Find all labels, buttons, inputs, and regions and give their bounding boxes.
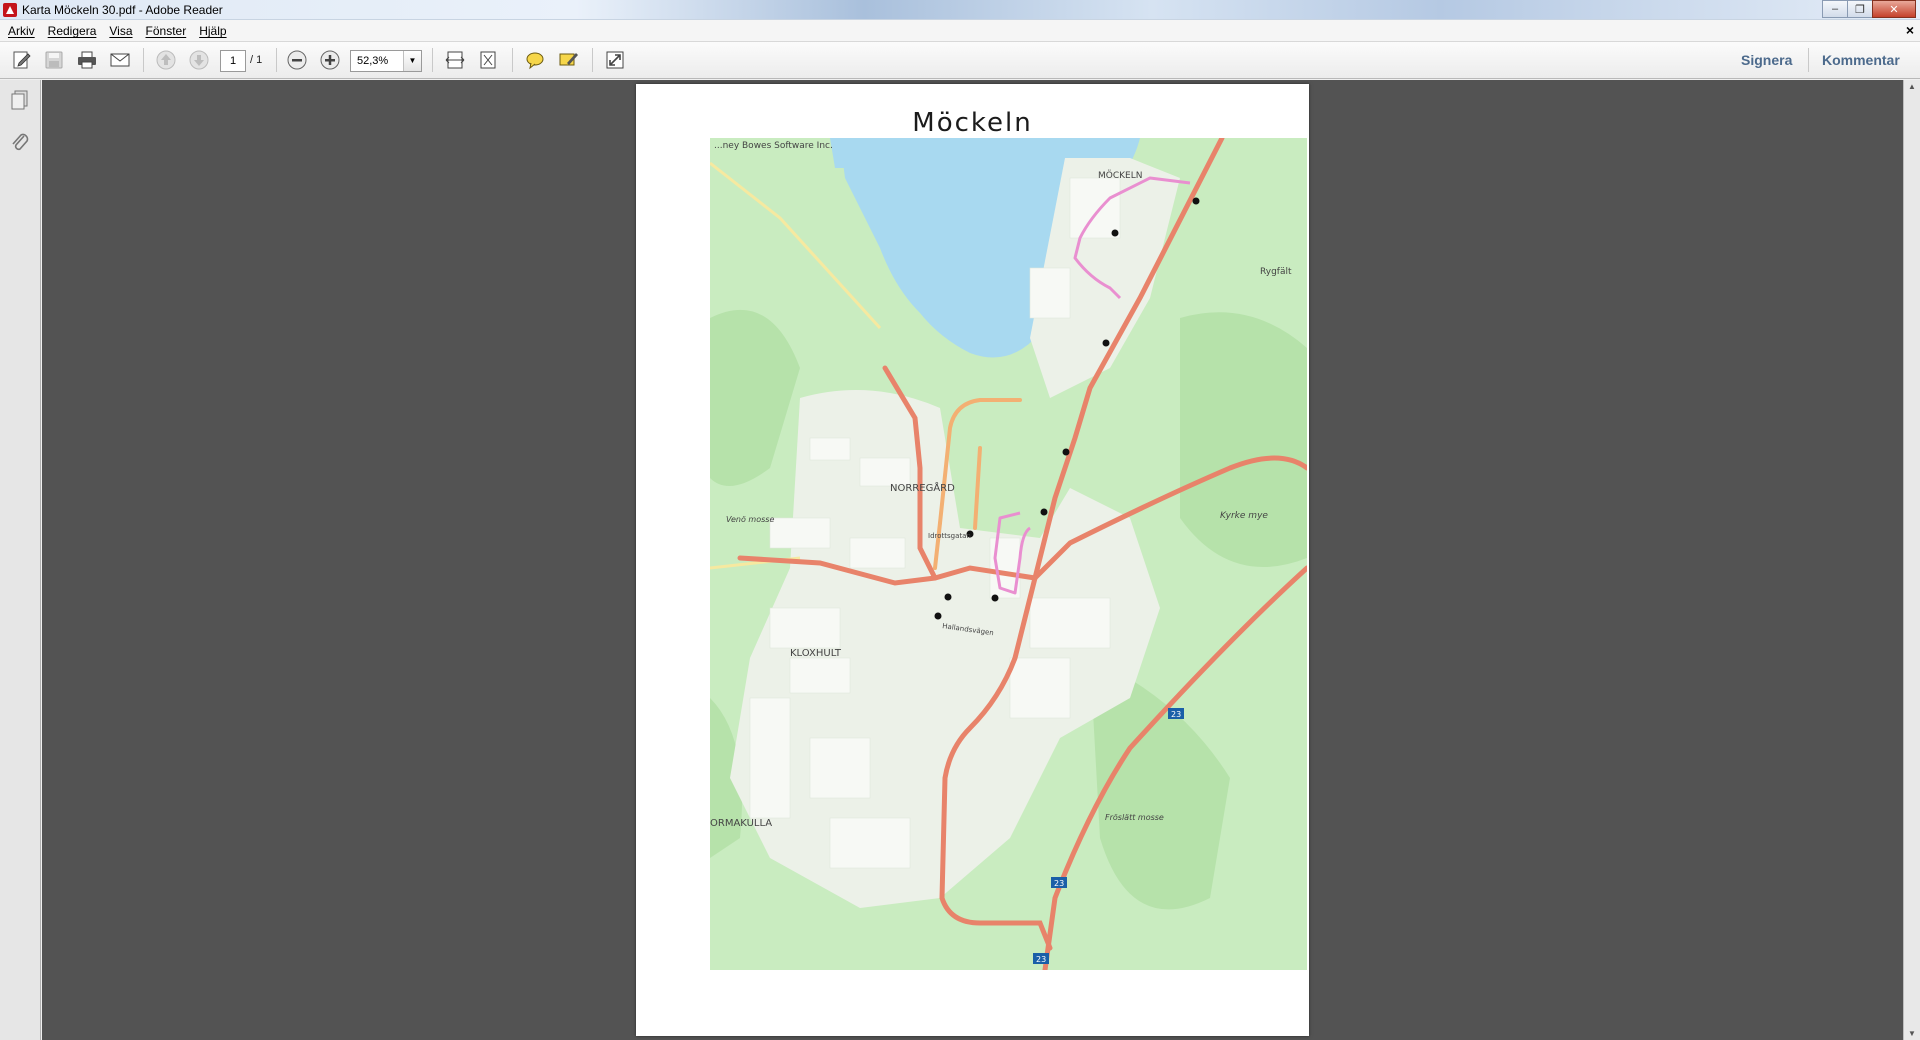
vertical-scrollbar[interactable]: ▲ ▼	[1903, 80, 1920, 1040]
plus-icon	[320, 50, 340, 70]
map-label-idrottsgatan: Idrottsgatan	[928, 532, 971, 540]
save-icon	[45, 51, 63, 69]
zoom-out-button[interactable]	[284, 48, 310, 72]
zoom-level-value: 52,3%	[357, 55, 389, 67]
page-number-input[interactable]: 1	[220, 50, 246, 72]
fit-page-button[interactable]	[475, 48, 501, 72]
navigation-pane	[0, 80, 41, 1040]
chevron-down-icon[interactable]: ▼	[403, 51, 421, 71]
menu-fonster[interactable]: Fönster	[146, 24, 187, 38]
restore-button[interactable]: ❐	[1847, 0, 1873, 18]
map-image: ...ney Bowes Software Inc. MÖCKELN Rygfä…	[710, 138, 1307, 970]
map-label-froslatt: Fröslätt mosse	[1105, 813, 1164, 822]
map-label-kloxhult: KLOXHULT	[790, 648, 842, 659]
scroll-down-arrow[interactable]: ▼	[1908, 1029, 1916, 1038]
menu-hjalp[interactable]: Hjälp	[199, 24, 226, 38]
arrow-up-icon	[156, 50, 176, 70]
window-controls: – ❐ ✕	[1822, 0, 1916, 18]
route-23-label: 23	[1036, 955, 1046, 964]
menu-visa[interactable]: Visa	[109, 24, 132, 38]
print-icon	[78, 51, 96, 69]
add-comment-button[interactable]	[522, 48, 548, 72]
menu-redigera[interactable]: Redigera	[48, 24, 97, 38]
attachments-button[interactable]	[8, 130, 32, 154]
map-label-veno-mosse: Venö mosse	[726, 515, 774, 524]
document-title: Möckeln	[912, 108, 1033, 138]
menu-arkiv[interactable]: Arkiv	[8, 24, 35, 38]
edit-document-icon	[13, 51, 31, 69]
toolbar-separator	[1808, 48, 1809, 72]
page-total: / 1	[250, 54, 263, 66]
highlighter-icon	[559, 53, 578, 66]
arrow-down-icon	[189, 50, 209, 70]
zoom-in-button[interactable]	[317, 48, 343, 72]
scroll-up-arrow[interactable]: ▲	[1908, 82, 1916, 91]
zoom-level-select[interactable]: 52,3% ▼	[350, 50, 422, 72]
route-23-label: 23	[1171, 710, 1181, 719]
toolbar-separator	[276, 48, 277, 72]
map-label-rygfalt: Rygfält	[1260, 267, 1292, 277]
fit-width-button[interactable]	[442, 48, 468, 72]
adobe-reader-icon	[3, 3, 17, 17]
highlight-button[interactable]	[555, 48, 581, 72]
toolbar-separator	[592, 48, 593, 72]
fit-width-icon	[445, 51, 465, 69]
menu-bar: Arkiv Redigera Visa Fönster Hjälp ×	[0, 20, 1920, 42]
create-pdf-button[interactable]	[9, 48, 35, 72]
minimize-button[interactable]: –	[1822, 0, 1848, 18]
close-window-button[interactable]: ✕	[1872, 0, 1916, 18]
next-page-button[interactable]	[186, 48, 212, 72]
map-credit: ...ney Bowes Software Inc.	[714, 141, 833, 151]
email-button[interactable]	[107, 48, 133, 72]
print-button[interactable]	[74, 48, 100, 72]
map-label-norregard: NORREGÅRD	[890, 481, 955, 494]
toolbar-separator	[512, 48, 513, 72]
map-label-mockeln: MÖCKELN	[1098, 170, 1142, 181]
envelope-icon	[110, 53, 130, 67]
comment-panel-button[interactable]: Kommentar	[1822, 52, 1900, 68]
full-screen-button[interactable]	[602, 48, 628, 72]
close-document-button[interactable]: ×	[1906, 22, 1914, 38]
toolbar-separator	[143, 48, 144, 72]
title-bar: Karta Möckeln 30.pdf - Adobe Reader – ❐ …	[0, 0, 1920, 20]
speech-bubble-icon	[526, 52, 544, 70]
sign-button[interactable]: Signera	[1741, 52, 1792, 68]
toolbar-separator	[432, 48, 433, 72]
map-label-ormakulla: ORMAKULLA	[710, 818, 772, 829]
toolbar: 1 / 1 52,3% ▼ Signera Kommentar	[0, 42, 1920, 79]
paperclip-icon	[12, 133, 29, 151]
route-23-label: 23	[1054, 879, 1064, 888]
window-title: Karta Möckeln 30.pdf - Adobe Reader	[22, 3, 223, 17]
minus-icon	[287, 50, 307, 70]
pdf-page: Möckeln ...ney Bowes Software Inc. MÖCKE…	[636, 84, 1309, 1036]
page-thumbnails-button[interactable]	[8, 88, 32, 112]
expand-icon	[606, 51, 624, 69]
fit-page-icon	[480, 51, 496, 69]
previous-page-button[interactable]	[153, 48, 179, 72]
save-button[interactable]	[41, 48, 67, 72]
map-label-kyrke-mye: Kyrke mye	[1220, 511, 1268, 521]
pages-icon	[11, 90, 28, 110]
